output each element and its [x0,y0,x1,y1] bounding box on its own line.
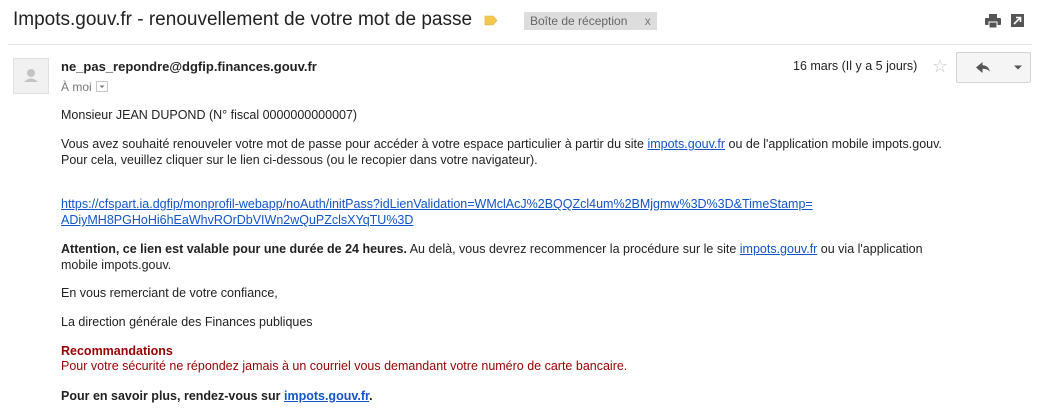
paragraph-intro-line2: Pour cela, veuillez cliquer sur le lien … [61,153,538,167]
greeting: Monsieur JEAN DUPOND (N° fiscal 00000000… [61,108,358,122]
inbox-label-chip[interactable]: Boîte de réception x [524,12,657,30]
recipient-text: À moi [61,80,92,94]
avatar[interactable] [13,58,49,94]
attention-line2: mobile impots.gouv. [61,258,172,272]
reset-url-line1[interactable]: https://cfspart.ia.dgfip/monprofil-webap… [61,197,813,211]
header-divider [8,44,1032,45]
paragraph-intro-text: Vous avez souhaité renouveler votre mot … [61,137,648,151]
popout-icon[interactable] [1011,14,1024,27]
paragraph-intro-after: ou de l'application mobile impots.gouv. [725,137,942,151]
label-tag-icon[interactable] [484,15,498,26]
reply-icon [976,62,990,73]
thanks-line: En vous remerciant de votre confiance, [61,286,278,300]
paragraph-intro: Vous avez souhaité renouveler votre mot … [61,136,942,152]
print-icon[interactable] [985,14,1001,28]
inbox-label-text: Boîte de réception [530,14,628,28]
attention-impots-link[interactable]: impots.gouv.fr [740,242,818,256]
chevron-down-icon [1014,65,1022,70]
avatar-icon [24,69,38,82]
more-info-link[interactable]: impots.gouv.fr [284,389,369,403]
remove-label-button[interactable]: x [645,14,651,28]
attention-bold: Attention, ce lien est valable pour une … [61,242,407,256]
attention-after: ou via l'application [817,242,923,256]
chevron-down-icon [99,85,105,89]
email-subject: Impots.gouv.fr - renouvellement de votre… [13,9,473,30]
attention-paragraph: Attention, ce lien est valable pour une … [61,241,923,257]
more-info-line: Pour en savoir plus, rendez-vous sur imp… [61,388,373,404]
signature: La direction générale des Finances publi… [61,315,313,329]
recipient-line: À moi [61,80,108,94]
reset-url-line2[interactable]: ADiyMH8PGHoHi6hEaWhvROrDbVIWn2wQuPZclsXY… [61,213,413,227]
details-dropdown-button[interactable] [95,81,108,93]
recommendations-text: Pour votre sécurité ne répondez jamais à… [61,359,628,373]
more-actions-button[interactable] [1006,52,1031,83]
more-info-text: Pour en savoir plus, rendez-vous sur [61,389,284,403]
attention-text: Au delà, vous devrez recommencer la proc… [406,242,740,256]
recommendations-title: Recommandations [61,344,173,358]
reply-button[interactable] [956,52,1008,83]
impots-link[interactable]: impots.gouv.fr [647,137,725,151]
email-date: 16 mars (Il y a 5 jours) [793,59,918,73]
subject-bar: Impots.gouv.fr - renouvellement de votre… [0,0,1040,44]
star-icon[interactable]: ☆ [932,56,948,76]
more-info-end: . [369,389,373,403]
reset-url[interactable]: https://cfspart.ia.dgfip/monprofil-webap… [61,196,813,212]
reset-url-continued[interactable]: ADiyMH8PGHoHi6hEaWhvROrDbVIWn2wQuPZclsXY… [61,212,413,228]
sender-address[interactable]: ne_pas_repondre@dgfip.finances.gouv.fr [61,59,317,74]
